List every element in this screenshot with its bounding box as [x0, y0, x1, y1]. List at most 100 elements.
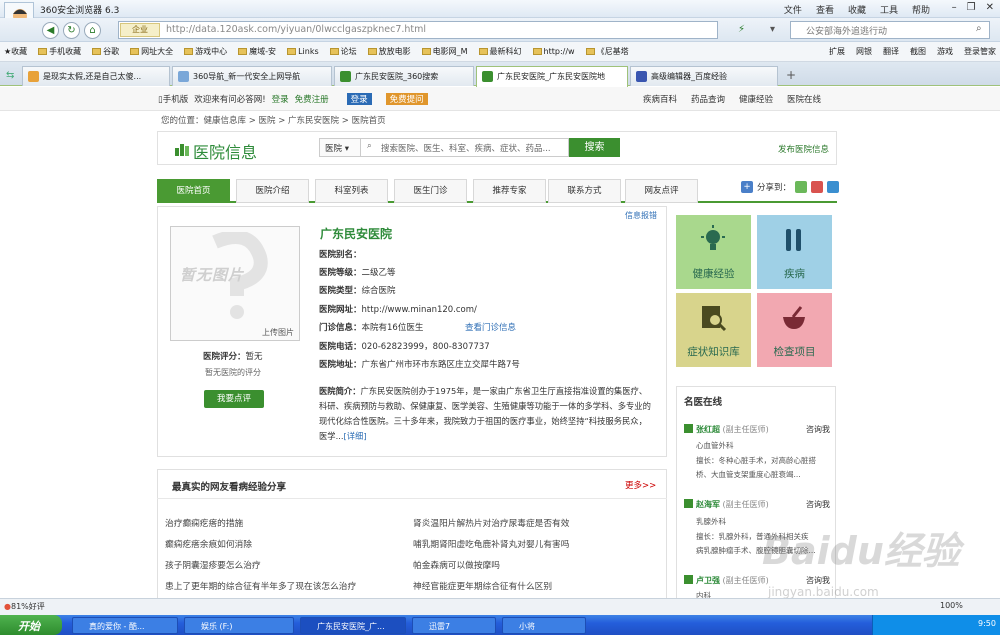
tab-hospital-home[interactable]: 医院首页 — [157, 179, 230, 203]
experience-item[interactable]: 癫痫疙瘩余痕如何消除 — [165, 537, 252, 550]
tab-1[interactable]: 是现实太假,还是自己太傻... — [22, 66, 170, 86]
tab-4-active[interactable]: 广东民安医院_广东民安医院地 — [476, 66, 628, 87]
doctor-name-row[interactable]: 张红超 (副主任医师) — [684, 424, 769, 435]
bookmark-games[interactable]: 游戏中心 — [184, 46, 227, 57]
bookmark-google[interactable]: 谷歌 — [92, 46, 119, 57]
rating: 医院评分：暂无 — [203, 352, 263, 362]
search-button[interactable]: 搜索 — [569, 138, 620, 157]
doctor-name-row[interactable]: 赵海军 (副主任医师) — [684, 499, 769, 510]
lightning-icon[interactable]: ⚡ — [738, 24, 745, 35]
write-review-button[interactable]: 我要点评 — [204, 390, 264, 408]
zoom-level[interactable]: 100% — [940, 601, 963, 610]
mobile-link[interactable]: ▯手机版 — [158, 93, 188, 105]
toolbar-bank[interactable]: 网银 — [856, 46, 872, 57]
register-link[interactable]: 免费注册 — [295, 93, 329, 105]
bookmark-links[interactable]: Links — [287, 47, 319, 56]
doctor-name-row[interactable]: 卢卫强 (副主任医师) — [684, 575, 769, 586]
enterprise-badge[interactable]: 企业 — [120, 23, 160, 37]
tab-5[interactable]: 高级编辑器_百度经验 — [630, 66, 778, 86]
address-search-text[interactable]: 公安部海外追逃行动 — [806, 24, 887, 37]
tile-disease[interactable]: 疾病 — [757, 215, 832, 289]
start-button[interactable]: 开始 — [0, 615, 62, 635]
experience-item[interactable]: 帕金森病可以做按摩吗 — [413, 558, 500, 571]
bookmark-mobile[interactable]: 手机收藏 — [38, 46, 81, 57]
task-browser[interactable]: 广东民安医院_广... — [300, 617, 406, 634]
tab-3[interactable]: 广东民安医院_360搜索 — [334, 66, 474, 86]
refresh-icon[interactable]: ↻ — [63, 22, 80, 39]
experience-item[interactable]: 肾炎温阳片解热片对治疗尿毒症是否有效 — [413, 516, 569, 529]
tab-2[interactable]: 360导航_新一代安全上网导航 — [172, 66, 332, 86]
menu-file[interactable]: 文件 — [784, 3, 802, 16]
menu-view[interactable]: 查看 — [816, 3, 834, 16]
bookmark-moyu[interactable]: 魔域-安 — [238, 46, 276, 57]
tab-doctor-clinic[interactable]: 医生门诊 — [394, 179, 467, 203]
tile-health-experience[interactable]: 健康经验 — [676, 215, 751, 289]
experience-item[interactable]: 患上了更年期的综合征有半年多了现在该怎么治疗 — [165, 579, 356, 592]
more-link[interactable]: 更多>> — [625, 479, 656, 491]
url-text[interactable]: http://data.120ask.com/yiyuan/0lwcclgasz… — [166, 24, 426, 35]
toolbar-login[interactable]: 登录管家 — [964, 46, 996, 57]
toolbar-screenshot[interactable]: 截图 — [910, 46, 926, 57]
browser-menu: 文件 查看 收藏 工具 帮助 — [784, 3, 930, 16]
task-music[interactable]: 真的爱你 - 酷... — [72, 617, 178, 634]
task-explorer[interactable]: 娱乐 (F:) — [184, 617, 294, 634]
tab-departments[interactable]: 科室列表 — [315, 179, 388, 203]
link-disease-wiki[interactable]: 疾病百科 — [643, 93, 677, 105]
bookmark-favorites[interactable]: ★收藏 — [4, 46, 27, 57]
view-outpatient-link[interactable]: 查看门诊信息 — [465, 321, 516, 333]
tab-list-icon[interactable]: ⇆ — [6, 70, 14, 81]
tab-experts[interactable]: 推荐专家 — [473, 179, 546, 203]
experience-item[interactable]: 治疗癫痫疙瘩的措施 — [165, 516, 243, 529]
bookmark-nikita[interactable]: 《尼基塔 — [585, 46, 629, 57]
tile-exam-items[interactable]: 检查项目 — [757, 293, 832, 367]
link-health-exp[interactable]: 健康经验 — [739, 93, 773, 105]
share-qzone-icon[interactable] — [795, 181, 808, 193]
task-thunder[interactable]: 迅雷7 — [412, 617, 496, 634]
experience-item[interactable]: 神经官能症更年期综合征有什么区别 — [413, 579, 552, 592]
share-plus-icon[interactable]: + — [741, 181, 753, 193]
ask-doctor-link[interactable]: 咨询我 — [806, 424, 830, 435]
bookmark-http[interactable]: http://w — [532, 47, 575, 56]
search-input[interactable]: ⌕ 搜索医院、医生、科室、疾病、症状、药品... — [361, 138, 569, 157]
hospital-logo-icon — [175, 144, 189, 156]
report-error-link[interactable]: 信息报错 — [625, 210, 657, 221]
upload-photo-link[interactable]: 上传图片 — [262, 327, 294, 338]
link-hospital-online[interactable]: 医院在线 — [787, 93, 821, 105]
search-type-select[interactable]: 医院 ▾ — [319, 138, 361, 157]
login-badge[interactable]: 登录 — [346, 93, 372, 105]
bookmark-forum[interactable]: 论坛 — [329, 46, 357, 57]
experience-item[interactable]: 孩子阴囊湿疹要怎么治疗 — [165, 558, 261, 571]
search-icon[interactable]: ⌕ — [976, 23, 982, 34]
menu-help[interactable]: 帮助 — [912, 3, 930, 16]
menu-tools[interactable]: 工具 — [880, 3, 898, 16]
experience-item[interactable]: 哺乳期肾阳虚吃龟鹿补肾丸对婴儿有害吗 — [413, 537, 569, 550]
bookmark-scifi[interactable]: 最新科幻 — [478, 46, 522, 57]
free-ask-badge[interactable]: 免费提问 — [385, 93, 428, 105]
publish-hospital-link[interactable]: 发布医院信息 — [778, 143, 829, 155]
toolbar-extensions[interactable]: 扩展 — [829, 46, 845, 57]
home-icon[interactable]: ⌂ — [84, 22, 101, 39]
chevron-down-icon[interactable]: ▾ — [770, 24, 775, 35]
menu-favorites[interactable]: 收藏 — [848, 3, 866, 16]
toolbar-translate[interactable]: 翻译 — [883, 46, 899, 57]
login-link[interactable]: 登录 — [272, 93, 289, 105]
share-tqq-icon[interactable] — [827, 181, 840, 193]
new-tab-icon[interactable]: + — [786, 68, 796, 82]
tab-reviews[interactable]: 网友点评 — [625, 179, 698, 203]
tab-contact[interactable]: 联系方式 — [548, 179, 621, 203]
back-icon[interactable]: ◀ — [42, 22, 59, 39]
link-drugs[interactable]: 药品查询 — [691, 93, 725, 105]
bookmark-movies[interactable]: 放放电影 — [367, 46, 411, 57]
bookmark-movienet[interactable]: 电影网_M — [421, 46, 468, 57]
minimize-icon[interactable]: – — [952, 2, 957, 13]
restore-icon[interactable]: ❐ — [967, 2, 976, 13]
close-icon[interactable]: ✕ — [986, 2, 994, 13]
task-xiaojiang[interactable]: 小将 — [502, 617, 586, 634]
intro-detail-link[interactable]: [详细] — [344, 431, 367, 441]
ask-doctor-link[interactable]: 咨询我 — [806, 499, 830, 510]
bookmark-sites[interactable]: 网址大全 — [130, 46, 173, 57]
share-weibo-icon[interactable] — [811, 181, 824, 193]
toolbar-games[interactable]: 游戏 — [937, 46, 953, 57]
tab-hospital-intro[interactable]: 医院介绍 — [236, 179, 309, 203]
tile-symptom-knowledge[interactable]: 症状知识库 — [676, 293, 751, 367]
